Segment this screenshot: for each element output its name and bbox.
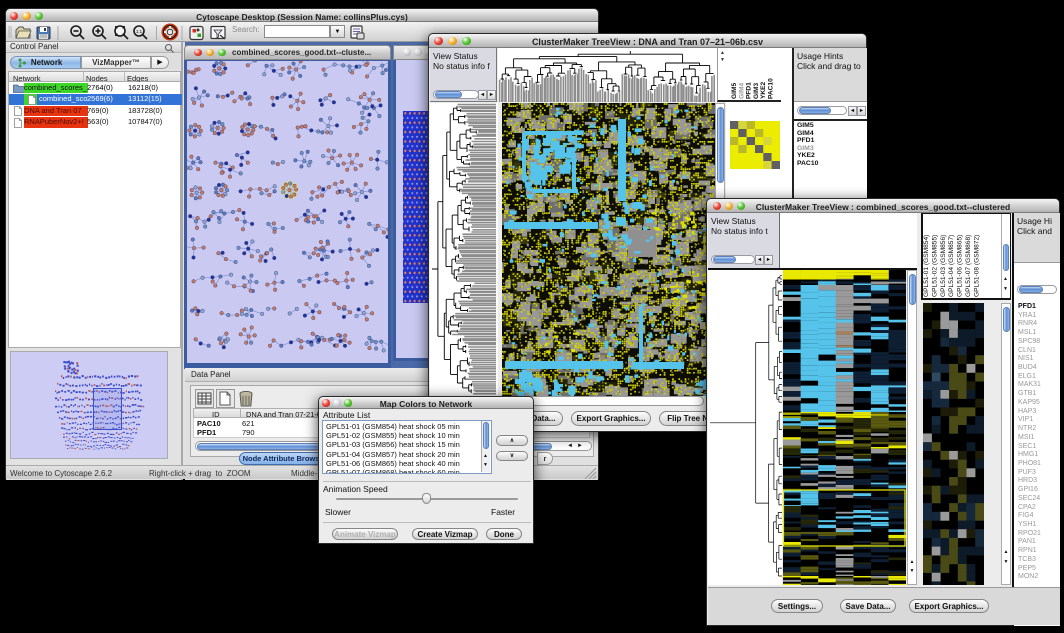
svg-text:GPL51-01 (GSM854): GPL51-01 (GSM854): [923, 235, 930, 297]
svg-text:GIM3: GIM3: [753, 83, 760, 99]
svg-text:1:1: 1:1: [136, 29, 143, 34]
svg-text:GPL51-04 (GSM857): GPL51-04 (GSM857): [948, 235, 955, 297]
svg-text:GIM4: GIM4: [738, 83, 745, 99]
svg-text:GPL51-02 (GSM855): GPL51-02 (GSM855): [931, 235, 938, 297]
svg-text:PFD1: PFD1: [746, 82, 753, 99]
svg-text:GPL51-06 (GSM865): GPL51-06 (GSM865): [957, 235, 964, 297]
svg-text:YKE2: YKE2: [760, 81, 767, 99]
svg-text:GPL51-07 (GSM868): GPL51-07 (GSM868): [965, 235, 972, 297]
svg-text:PAC10: PAC10: [768, 78, 775, 99]
svg-text:GPL51-03 (GSM856): GPL51-03 (GSM856): [940, 235, 947, 297]
svg-text:GIM5: GIM5: [731, 83, 738, 99]
svg-text:GPL51-08 (GSM872): GPL51-08 (GSM872): [973, 235, 980, 297]
